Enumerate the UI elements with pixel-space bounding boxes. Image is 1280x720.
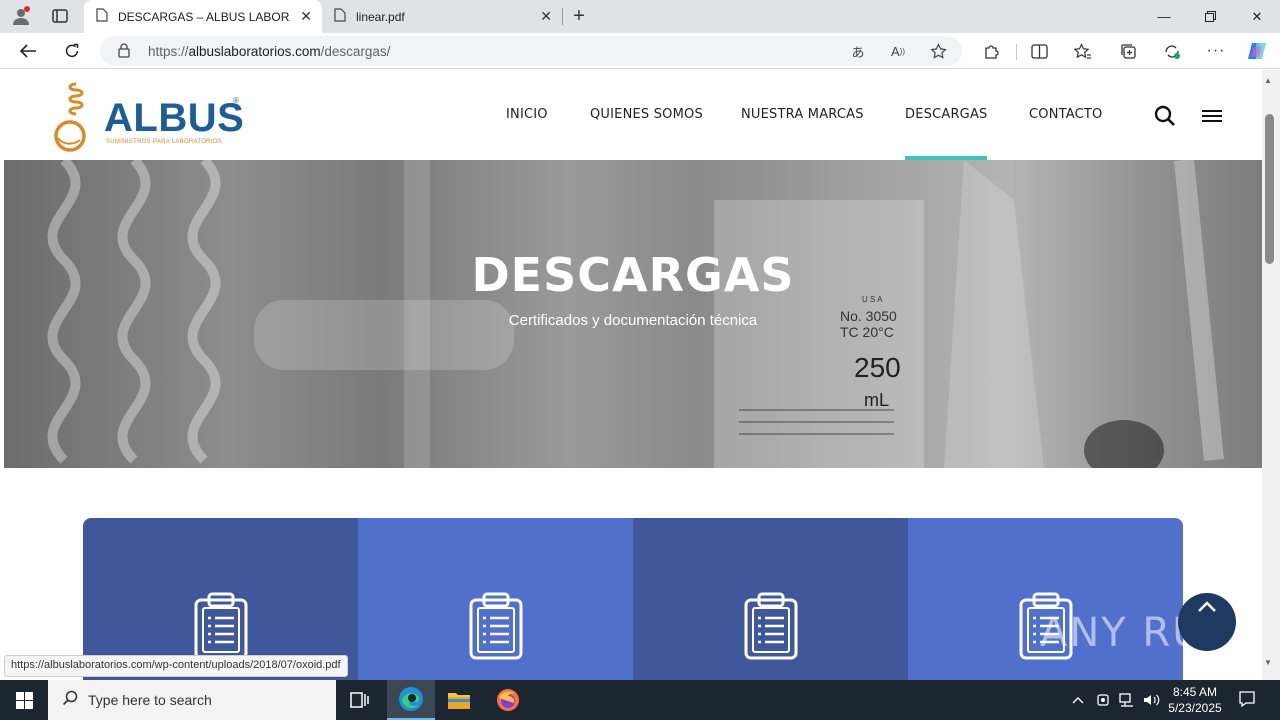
network-icon[interactable]: [1118, 691, 1136, 709]
notifications-icon[interactable]: [1238, 690, 1256, 708]
browser-tab-bar: DESCARGAS – ALBUS LABORATO ✕ linear.pdf …: [0, 0, 1280, 33]
url-host: albuslaboratorios.com: [188, 44, 321, 59]
tab-linear-pdf[interactable]: linear.pdf ✕: [322, 0, 562, 33]
page-scrollbar[interactable]: ▲ ▼: [1262, 70, 1280, 680]
menu-item-inicio[interactable]: INICIO: [506, 107, 548, 122]
menu-item-descargas[interactable]: DESCARGAS: [905, 107, 988, 122]
logo-registered-mark: ®: [233, 96, 239, 105]
split-screen-icon[interactable]: [1028, 40, 1050, 62]
logo-wordmark: ALBUS: [104, 96, 245, 140]
file-explorer-icon[interactable]: [435, 680, 483, 720]
extensions-icon[interactable]: [980, 40, 1002, 62]
refresh-icon[interactable]: [57, 37, 87, 65]
url-path: /descargas/: [320, 44, 391, 59]
address-bar[interactable]: https://albuslaboratorios.com/descargas/…: [100, 36, 962, 66]
page-title: DESCARGAS: [471, 248, 795, 302]
back-icon[interactable]: [13, 37, 43, 65]
close-tab-icon[interactable]: ✕: [540, 9, 552, 23]
logo-tagline: SUMINISTROS PARA LABORATORIOS: [106, 139, 223, 145]
volume-icon[interactable]: [1142, 691, 1160, 709]
tray-chevron-up-icon[interactable]: [1069, 691, 1087, 709]
scroll-down-arrow-icon[interactable]: ▼: [1264, 658, 1272, 667]
page-icon: [96, 8, 108, 25]
minimize-icon[interactable]: —: [1141, 0, 1187, 33]
toolbar-separator: [1016, 44, 1017, 60]
clock-time: 8:45 AM: [1172, 685, 1218, 699]
windows-taskbar: Type here to search 8:45 AM 5/23/2025: [0, 680, 1280, 720]
new-tab-icon[interactable]: +: [566, 5, 592, 27]
flask-spiral-icon: [54, 82, 86, 152]
close-window-icon[interactable]: ✕: [1234, 0, 1280, 33]
menu-item-contacto[interactable]: CONTACTO: [1029, 107, 1102, 122]
tray-device-icon[interactable]: [1094, 691, 1112, 709]
hero-banner: U S A No. 3050 TC 20°C 250 mL DESCARGAS …: [4, 160, 1262, 468]
taskbar-clock[interactable]: 8:45 AM 5/23/2025: [1166, 684, 1224, 716]
task-view-icon[interactable]: [336, 680, 384, 720]
windows-logo-icon: [15, 691, 33, 709]
read-aloud-icon[interactable]: A)): [888, 42, 908, 60]
tab-separator: [562, 8, 563, 25]
chevron-up-icon: [1198, 601, 1216, 612]
tab-descargas[interactable]: DESCARGAS – ALBUS LABORATO ✕: [84, 0, 322, 33]
tab-title: DESCARGAS – ALBUS LABORATO: [118, 9, 290, 24]
back-to-top-button[interactable]: [1178, 593, 1236, 651]
site-header: ALBUS ® SUMINISTROS PARA LABORATORIOS IN…: [4, 70, 1262, 160]
browser-toolbar: https://albuslaboratorios.com/descargas/…: [0, 33, 1280, 69]
download-card[interactable]: [358, 518, 633, 680]
link-preview-status: https://albuslaboratorios.com/wp-content…: [4, 655, 348, 677]
url-text: https://albuslaboratorios.com/descargas/: [148, 44, 390, 59]
restore-icon[interactable]: [1187, 0, 1233, 33]
menu-item-quienes-somos[interactable]: QUIENES SOMOS: [590, 107, 703, 122]
web-page: ALBUS ® SUMINISTROS PARA LABORATORIOS IN…: [0, 70, 1262, 680]
tab-title: linear.pdf: [356, 9, 405, 24]
more-options-icon[interactable]: ···: [1205, 40, 1227, 62]
favorite-star-icon[interactable]: [928, 42, 948, 60]
download-card[interactable]: [633, 518, 908, 680]
browser-essentials-icon[interactable]: [1161, 40, 1183, 62]
taskbar-search[interactable]: Type here to search: [48, 680, 336, 720]
search-icon: [62, 690, 78, 711]
hamburger-menu-icon[interactable]: [1200, 104, 1224, 128]
lock-icon[interactable]: [118, 43, 130, 63]
search-icon[interactable]: [1153, 104, 1177, 128]
copilot-icon[interactable]: [1246, 40, 1268, 62]
clock-date: 5/23/2025: [1168, 701, 1222, 715]
clipboard-icon: [194, 592, 248, 660]
translate-icon[interactable]: あ: [848, 42, 868, 60]
collections-icon[interactable]: [1117, 40, 1139, 62]
clipboard-icon: [744, 592, 798, 660]
page-icon: [334, 8, 346, 25]
favorites-icon[interactable]: [1072, 40, 1094, 62]
scrollbar-thumb[interactable]: [1265, 114, 1274, 264]
beaker-label-unit: mL: [864, 390, 890, 410]
edge-taskbar-icon[interactable]: [387, 680, 435, 720]
close-tab-icon[interactable]: ✕: [300, 9, 312, 23]
tab-actions-icon[interactable]: [47, 5, 73, 27]
albus-logo[interactable]: ALBUS ® SUMINISTROS PARA LABORATORIOS: [50, 78, 250, 152]
menu-item-nuestra-marcas[interactable]: NUESTRA MARCAS: [741, 107, 864, 122]
profile-icon[interactable]: [8, 5, 34, 27]
scroll-up-arrow-icon[interactable]: ▲: [1264, 76, 1272, 85]
beaker-label-volume: 250: [854, 352, 901, 383]
start-button[interactable]: [0, 680, 48, 720]
search-placeholder: Type here to search: [88, 692, 212, 708]
firefox-icon[interactable]: [484, 680, 532, 720]
url-prefix: https://: [148, 44, 189, 59]
page-subtitle: Certificados y documentación técnica: [508, 312, 758, 329]
clipboard-icon: [469, 592, 523, 660]
